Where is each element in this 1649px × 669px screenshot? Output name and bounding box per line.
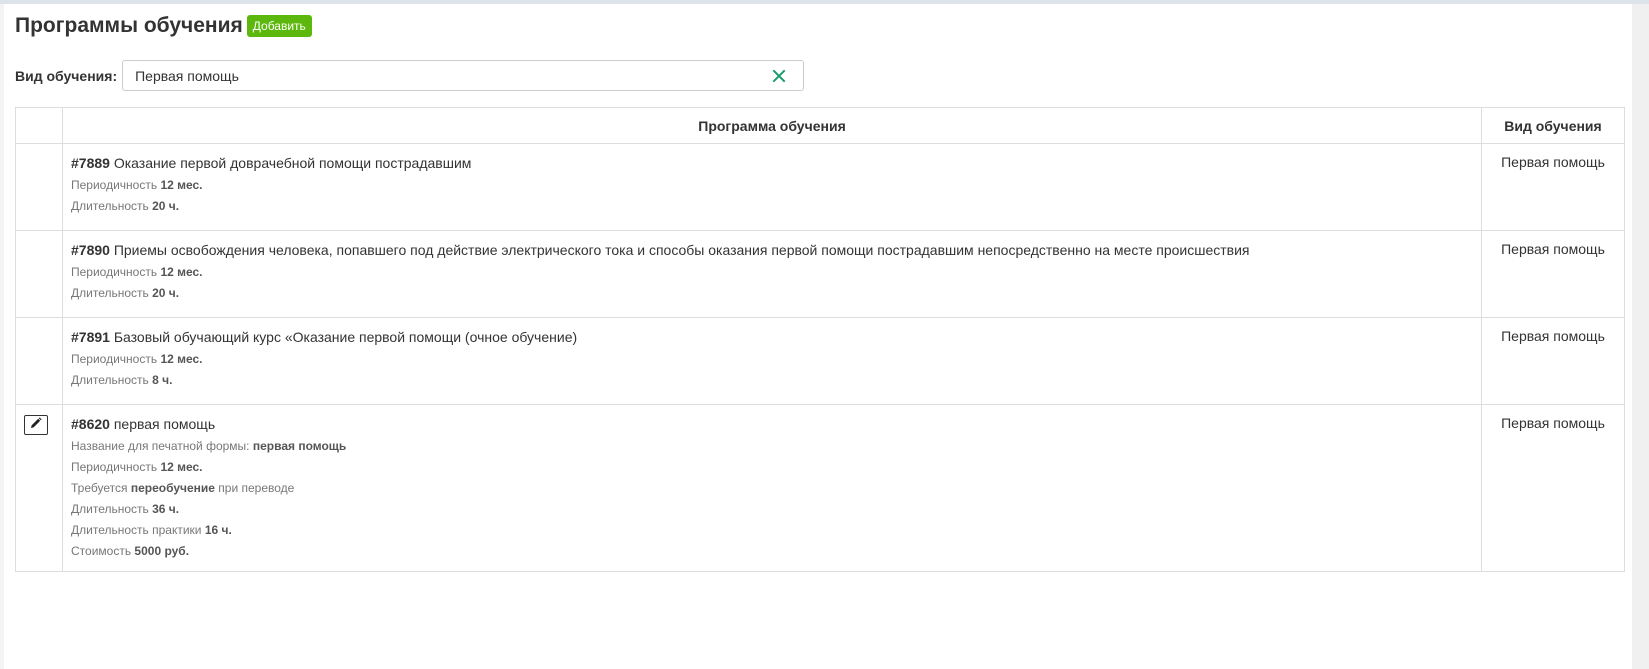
top-border bbox=[0, 0, 1649, 4]
page-title: Программы обучения bbox=[15, 14, 243, 37]
training-type-filter: Вид обучения: Первая помощь bbox=[15, 59, 1625, 92]
program-name: Базовый обучающий курс «Оказание первой … bbox=[113, 329, 578, 345]
periodicity-label: Периодичность bbox=[71, 265, 158, 279]
periodicity-line: Периодичность 12 мес. bbox=[71, 178, 1473, 193]
cost-label: Стоимость bbox=[71, 544, 132, 558]
filter-label: Вид обучения: bbox=[15, 67, 118, 84]
periodicity-label: Периодичность bbox=[71, 178, 158, 192]
duration-value: 20 ч. bbox=[152, 286, 180, 300]
header-program[interactable]: Программа обучения bbox=[62, 107, 1482, 144]
duration-line: Длительность 36 ч. bbox=[71, 502, 1473, 517]
periodicity-line: Периодичность 12 мес. bbox=[71, 460, 1473, 475]
print-name-label: Название для печатной формы: bbox=[71, 439, 250, 453]
scrollbar-track[interactable] bbox=[1632, 4, 1649, 669]
program-name: Оказание первой доврачебной помощи постр… bbox=[113, 155, 472, 171]
periodicity-line: Периодичность 12 мес. bbox=[71, 352, 1473, 367]
programs-table: Программа обучения Вид обучения #7889 Ок… bbox=[15, 107, 1625, 572]
duration-value: 8 ч. bbox=[152, 373, 173, 387]
type-cell: Первая помощь bbox=[1481, 143, 1625, 231]
practice-duration-line: Длительность практики 16 ч. bbox=[71, 523, 1473, 538]
row-action-cell bbox=[15, 143, 63, 231]
duration-label: Длительность bbox=[71, 286, 149, 300]
page-content: Программы обучения Добавить Вид обучения… bbox=[15, 10, 1625, 572]
practice-label: Длительность практики bbox=[71, 523, 202, 537]
table-header-row: Программа обучения Вид обучения bbox=[15, 107, 1625, 144]
periodicity-value: 12 мес. bbox=[160, 460, 203, 474]
duration-label: Длительность bbox=[71, 373, 149, 387]
page-header: Программы обучения Добавить bbox=[15, 10, 1625, 42]
retraining-value: переобучение bbox=[130, 481, 215, 495]
program-cell: #7889 Оказание первой доврачебной помощи… bbox=[62, 143, 1482, 231]
header-action bbox=[15, 107, 63, 144]
header-type[interactable]: Вид обучения bbox=[1481, 107, 1625, 144]
pencil-icon bbox=[30, 416, 42, 434]
cost-line: Стоимость 5000 руб. bbox=[71, 544, 1473, 559]
edit-button[interactable] bbox=[24, 415, 48, 435]
periodicity-line: Периодичность 12 мес. bbox=[71, 265, 1473, 280]
row-action-cell bbox=[15, 404, 63, 572]
type-cell: Первая помощь bbox=[1481, 404, 1625, 572]
program-name: Приемы освобождения человека, попавшего … bbox=[113, 242, 1250, 258]
cost-value: 5000 руб. bbox=[134, 544, 190, 558]
retraining-line: Требуется переобучение при переводе bbox=[71, 481, 1473, 496]
program-cell: #7890 Приемы освобождения человека, попа… bbox=[62, 230, 1482, 318]
periodicity-value: 12 мес. bbox=[160, 178, 203, 192]
table-row: #7891 Базовый обучающий курс «Оказание п… bbox=[15, 317, 1625, 405]
program-cell: #8620 первая помощь Название для печатно… bbox=[62, 404, 1482, 572]
training-type-select[interactable]: Первая помощь bbox=[122, 60, 805, 91]
program-title[interactable]: #7889 Оказание первой доврачебной помощи… bbox=[71, 154, 1473, 172]
type-cell: Первая помощь bbox=[1481, 230, 1625, 318]
periodicity-label: Периодичность bbox=[71, 460, 158, 474]
program-name: первая помощь bbox=[113, 416, 216, 432]
periodicity-value: 12 мес. bbox=[160, 265, 203, 279]
print-name-value: первая помощь bbox=[252, 439, 347, 453]
program-title[interactable]: #7890 Приемы освобождения человека, попа… bbox=[71, 241, 1473, 259]
program-title[interactable]: #7891 Базовый обучающий курс «Оказание п… bbox=[71, 328, 1473, 346]
duration-line: Длительность 20 ч. bbox=[71, 286, 1473, 301]
program-title[interactable]: #8620 первая помощь bbox=[71, 415, 1473, 433]
duration-line: Длительность 8 ч. bbox=[71, 373, 1473, 388]
table-row: #7890 Приемы освобождения человека, попа… bbox=[15, 230, 1625, 318]
type-cell: Первая помощь bbox=[1481, 317, 1625, 405]
program-id: #8620 bbox=[71, 416, 110, 432]
duration-label: Длительность bbox=[71, 502, 149, 516]
retraining-suffix: при переводе bbox=[218, 481, 295, 495]
periodicity-value: 12 мес. bbox=[160, 352, 203, 366]
print-name-line: Название для печатной формы: первая помо… bbox=[71, 439, 1473, 454]
duration-label: Длительность bbox=[71, 199, 149, 213]
table-row: #7889 Оказание первой доврачебной помощи… bbox=[15, 143, 1625, 231]
row-action-cell bbox=[15, 230, 63, 318]
left-edge bbox=[0, 4, 4, 669]
table-row: #8620 первая помощь Название для печатно… bbox=[15, 404, 1625, 572]
row-action-cell bbox=[15, 317, 63, 405]
periodicity-label: Периодичность bbox=[71, 352, 158, 366]
add-button[interactable]: Добавить bbox=[246, 15, 312, 37]
duration-value: 20 ч. bbox=[152, 199, 180, 213]
practice-value: 16 ч. bbox=[204, 523, 232, 537]
program-cell: #7891 Базовый обучающий курс «Оказание п… bbox=[62, 317, 1482, 405]
program-id: #7891 bbox=[71, 329, 110, 345]
retraining-prefix: Требуется bbox=[71, 481, 128, 495]
duration-value: 36 ч. bbox=[152, 502, 180, 516]
filter-selected-value: Первая помощь bbox=[135, 67, 239, 84]
program-id: #7890 bbox=[71, 242, 110, 258]
close-icon[interactable] bbox=[769, 66, 789, 86]
duration-line: Длительность 20 ч. bbox=[71, 199, 1473, 214]
program-id: #7889 bbox=[71, 155, 110, 171]
